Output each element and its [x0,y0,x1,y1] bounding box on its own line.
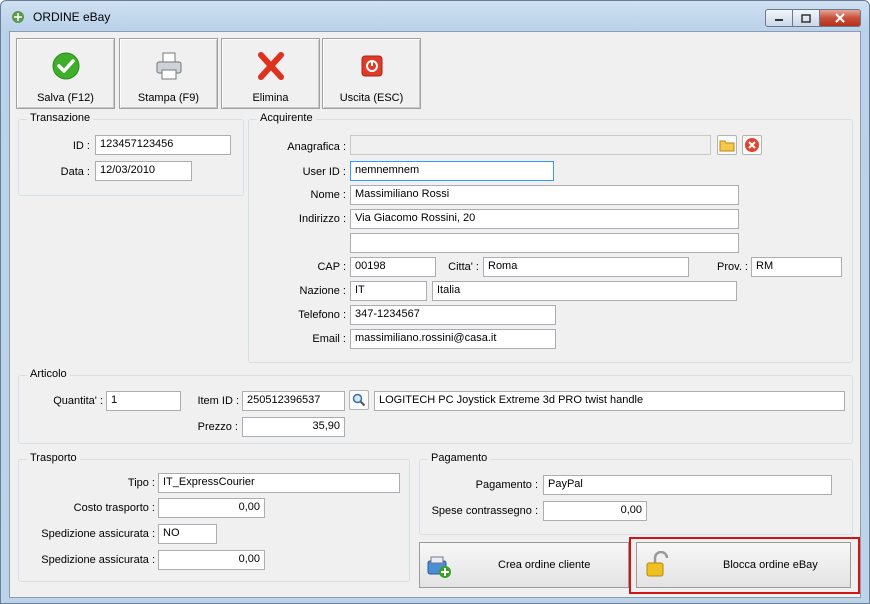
folder-icon [719,140,735,152]
window-title: ORDINE eBay [33,10,111,24]
spese-label: Spese contrassegno : [431,505,538,517]
citta-field[interactable]: Roma [483,257,689,277]
search-icon [352,393,366,407]
quantita-field[interactable]: 1 [106,391,181,411]
clear-anagrafica-button[interactable] [742,135,762,155]
telefono-label: Telefono : [298,309,346,321]
telefono-field[interactable]: 347-1234567 [350,305,556,325]
pagamento-label: Pagamento : [475,479,538,491]
itemid-field[interactable]: 250512396537 [242,391,345,411]
checkmark-icon [52,52,80,80]
print-label: Stampa (F9) [137,92,200,104]
data-label: Data : [60,166,90,178]
userid-label: User ID : [302,166,346,178]
minimize-button[interactable] [765,9,793,27]
assicurata2-field[interactable]: 0,00 [158,550,265,570]
prov-field[interactable]: RM [751,257,842,277]
nome-label: Nome : [310,189,346,201]
tipo-field[interactable]: IT_ExpressCourier [158,473,400,493]
articolo-title: Articolo [27,368,70,380]
prezzo-label: Prezzo : [197,421,238,433]
costo-label: Costo trasporto : [73,502,155,514]
anagrafica-field[interactable] [350,135,711,155]
save-label: Salva (F12) [37,92,94,104]
pagamento-group: Pagamento [419,452,853,535]
indirizzo-label: Indirizzo : [298,213,346,225]
itemid-label: Item ID : [197,395,239,407]
maximize-button[interactable] [793,9,820,27]
trasporto-title: Trasporto [27,452,80,464]
quantita-label: Quantita' : [53,395,103,407]
nome-field[interactable]: Massimiliano Rossi [350,185,739,205]
pagamento-title: Pagamento [428,452,491,464]
userid-field[interactable]: nemnemnem [350,161,554,181]
printer-icon [156,52,182,80]
nazione-code-field[interactable]: IT [350,281,427,301]
cap-field[interactable]: 00198 [350,257,436,277]
search-item-button[interactable] [349,390,369,410]
data-field[interactable]: 12/03/2010 [95,161,192,181]
prezzo-field[interactable]: 35,90 [242,417,345,437]
add-order-icon [427,556,451,578]
assicurata2-label: Spedizione assicurata : [41,554,155,566]
client-area: Salva (F12) Stampa (F9) Elimina Uscita (… [9,31,861,598]
assicurata-field[interactable]: NO [158,524,217,544]
main-window: ORDINE eBay Salva (F12) Stampa (F9) Elim… [0,0,870,604]
anagrafica-label: Anagrafica : [287,141,346,153]
prov-label: Prov. : [717,261,748,273]
close-button[interactable] [820,9,861,27]
title-bar[interactable]: ORDINE eBay [1,1,869,31]
transazione-title: Transazione [27,112,94,124]
delete-label: Elimina [252,92,289,104]
exit-button[interactable]: Uscita (ESC) [322,38,421,109]
crea-ordine-label: Crea ordine cliente [498,559,591,571]
indirizzo-field[interactable]: Via Giacomo Rossini, 20 [350,209,739,229]
id-label: ID : [72,140,90,152]
close-icon [835,13,845,23]
transazione-group: Transazione [18,112,244,196]
pagamento-field[interactable]: PayPal [543,475,832,495]
spese-field[interactable]: 0,00 [543,501,647,521]
crea-ordine-button[interactable]: Crea ordine cliente [419,542,629,588]
delete-x-icon [258,52,284,80]
cap-label: CAP : [317,261,346,273]
email-label: Email : [312,333,346,345]
nazione-name-field[interactable]: Italia [432,281,737,301]
costo-field[interactable]: 0,00 [158,498,265,518]
email-field[interactable]: massimiliano.rossini@casa.it [350,329,556,349]
item-description-field[interactable]: LOGITECH PC Joystick Extreme 3d PRO twis… [374,391,845,411]
tipo-label: Tipo : [127,477,155,489]
indirizzo2-field[interactable] [350,233,739,253]
save-button[interactable]: Salva (F12) [16,38,115,109]
nazione-label: Nazione : [299,285,346,297]
assicurata-label: Spedizione assicurata : [41,528,155,540]
citta-label: Citta' : [448,261,479,273]
open-anagrafica-button[interactable] [717,135,737,155]
exit-label: Uscita (ESC) [339,92,404,104]
minimize-icon [775,19,783,21]
power-icon [361,55,383,77]
id-field[interactable]: 123457123456 [95,135,231,155]
delete-button[interactable]: Elimina [221,38,320,109]
maximize-icon [801,13,811,23]
highlight-frame [629,537,860,594]
print-button[interactable]: Stampa (F9) [119,38,218,109]
app-icon [12,11,24,23]
acquirente-title: Acquirente [257,112,316,124]
clear-icon [745,138,759,152]
